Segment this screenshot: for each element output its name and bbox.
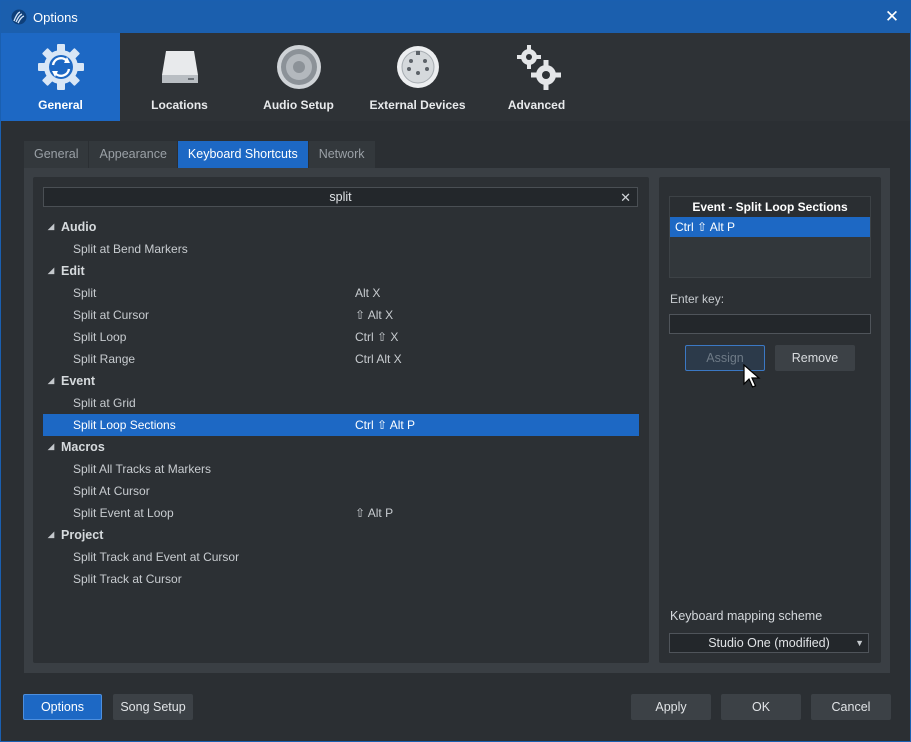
speaker-icon [272,40,326,94]
expand-triangle-icon[interactable]: ◢ [48,436,54,458]
cancel-button[interactable]: Cancel [811,694,891,720]
command-row[interactable]: Split Loop Sections Ctrl ⇧ Alt P [43,414,639,436]
gear-refresh-icon [34,40,88,94]
remove-button[interactable]: Remove [775,345,855,371]
drive-icon [153,40,207,94]
category-external-devices[interactable]: External Devices [358,33,477,121]
command-shortcut: Ctrl Alt X [355,352,402,366]
shortcut-detail-panel: Event - Split Loop Sections Ctrl ⇧ Alt P… [659,177,881,663]
group-audio[interactable]: ◢ Audio [43,216,639,238]
group-label: Project [61,528,104,542]
tab-appearance[interactable]: Appearance [89,141,178,168]
command-label: Split Range [73,352,136,366]
command-label: Split [73,286,97,300]
command-label: Split At Cursor [73,484,150,498]
scheme-label: Keyboard mapping scheme [670,609,823,623]
scheme-value: Studio One (modified) [708,636,830,650]
group-macros[interactable]: ◢ Macros [43,436,639,458]
shortcut-list-panel: split ✕ ◢ Audio Split at Bend Markers ◢ Edit… [33,177,649,663]
command-tree: ◢ Audio Split at Bend Markers ◢ Edit Split Alt… [43,216,639,590]
enter-key-label: Enter key: [670,292,725,306]
assigned-keys-box: Event - Split Loop Sections Ctrl ⇧ Alt P [669,196,871,278]
expand-triangle-icon[interactable]: ◢ [48,370,54,392]
command-label: Split Track and Event at Cursor [73,550,240,564]
command-row[interactable]: Split Track at Cursor [43,568,639,590]
command-row[interactable]: Split Range Ctrl Alt X [43,348,639,370]
command-label: Split Event at Loop [73,506,174,520]
category-locations[interactable]: Locations [120,33,239,121]
category-label: External Devices [369,98,466,112]
window-title: Options [33,9,78,25]
command-row[interactable]: Split Track and Event at Cursor [43,546,639,568]
options-button[interactable]: Options [23,694,102,720]
category-advanced[interactable]: Advanced [477,33,596,121]
keyboard-shortcuts-pane: split ✕ ◢ Audio Split at Bend Markers ◢ Edit… [24,168,890,673]
command-label: Split at Cursor [73,308,150,322]
command-row[interactable]: Split Alt X [43,282,639,304]
enter-key-field[interactable] [669,314,871,334]
tab-keyboard-shortcuts[interactable]: Keyboard Shortcuts [177,141,309,168]
command-row[interactable]: Split at Grid [43,392,639,414]
category-audio-setup[interactable]: Audio Setup [239,33,358,121]
command-label: Split All Tracks at Markers [73,462,212,476]
apply-button[interactable]: Apply [631,694,711,720]
clear-search-icon[interactable]: ✕ [620,189,631,207]
group-label: Audio [61,220,97,234]
expand-triangle-icon[interactable]: ◢ [48,216,54,238]
command-row[interactable]: Split at Cursor ⇧ Alt X [43,304,639,326]
midi-port-icon [391,40,445,94]
group-label: Macros [61,440,105,454]
song-setup-button[interactable]: Song Setup [113,694,193,720]
options-window: Options ✕ General Locations Audio Setup … [0,0,911,742]
assigned-key-row[interactable]: Ctrl ⇧ Alt P [670,217,870,237]
studio-one-logo-icon [11,9,27,25]
command-label: Split at Bend Markers [73,242,188,256]
group-edit[interactable]: ◢ Edit [43,260,639,282]
group-label: Edit [61,264,85,278]
command-shortcut: ⇧ Alt X [355,308,394,322]
category-label: Advanced [507,98,566,112]
command-label: Split Loop Sections [73,418,176,432]
search-value: split [329,190,352,204]
group-label: Event [61,374,96,388]
group-event[interactable]: ◢ Event [43,370,639,392]
command-label: Split at Grid [73,396,136,410]
search-input[interactable]: split ✕ [43,187,638,207]
group-project[interactable]: ◢ Project [43,524,639,546]
category-general[interactable]: General [1,33,120,121]
command-shortcut: Ctrl ⇧ Alt P [355,418,416,432]
scheme-dropdown[interactable]: Studio One (modified) ▼ [669,633,869,653]
command-row[interactable]: Split Event at Loop ⇧ Alt P [43,502,639,524]
command-row[interactable]: Split at Bend Markers [43,238,639,260]
tab-network[interactable]: Network [308,141,376,168]
title-bar: Options ✕ [1,1,910,33]
ok-button[interactable]: OK [721,694,801,720]
options-body: General Appearance Keyboard Shortcuts Ne… [1,121,910,741]
category-label: Locations [151,98,208,112]
gears-icon [510,40,564,94]
command-header: Event - Split Loop Sections [670,197,870,217]
assign-button[interactable]: Assign [685,345,765,371]
expand-triangle-icon[interactable]: ◢ [48,260,54,282]
category-label: General [38,98,83,112]
category-toolbar: General Locations Audio Setup External D… [1,33,910,121]
command-label: Split Track at Cursor [73,572,182,586]
command-shortcut: ⇧ Alt P [355,506,394,520]
expand-triangle-icon[interactable]: ◢ [48,524,54,546]
command-row[interactable]: Split At Cursor [43,480,639,502]
chevron-down-icon: ▼ [855,638,864,648]
sub-tabs: General Appearance Keyboard Shortcuts Ne… [24,141,376,168]
command-label: Split Loop [73,330,127,344]
category-label: Audio Setup [263,98,334,112]
command-shortcut: Ctrl ⇧ X [355,330,399,344]
command-row[interactable]: Split Loop Ctrl ⇧ X [43,326,639,348]
command-row[interactable]: Split All Tracks at Markers [43,458,639,480]
close-icon[interactable]: ✕ [880,5,904,29]
tab-general[interactable]: General [24,141,90,168]
command-shortcut: Alt X [355,286,381,300]
